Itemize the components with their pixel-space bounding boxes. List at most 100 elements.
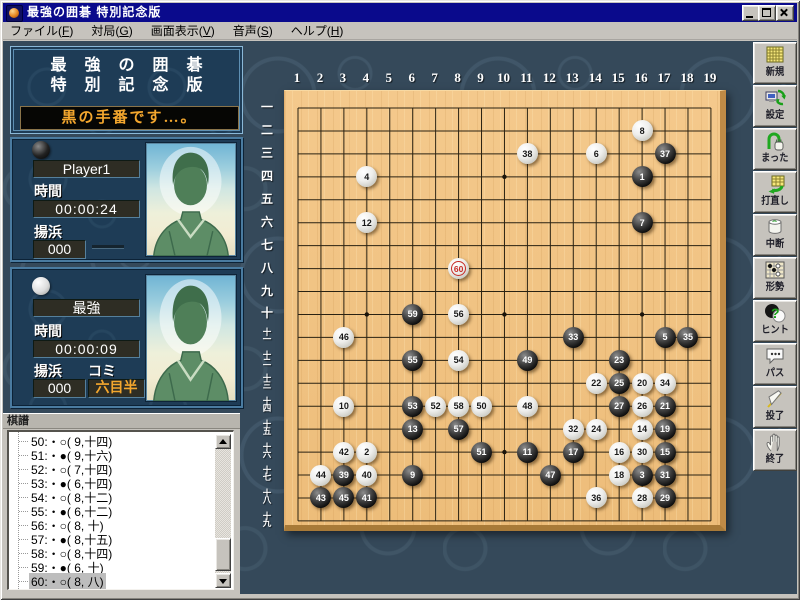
stone-49: 49 bbox=[517, 350, 538, 371]
tool-label: 形勢 bbox=[766, 281, 784, 295]
menu-bar: ファイル(F) 対局(G) 画面表示(V) 音声(S) ヘルプ(H) bbox=[3, 22, 797, 40]
row-label: 十二 bbox=[254, 350, 280, 368]
player-black-name: Player1 bbox=[33, 160, 140, 178]
stone-21: 21 bbox=[655, 396, 676, 417]
move-list: 50:・○( 9,十四)51:・●( 9,十六)52:・○( 7,十四)53:・… bbox=[7, 430, 234, 590]
stone-54: 54 bbox=[448, 350, 469, 371]
stone-59: 59 bbox=[402, 304, 423, 325]
row-label: 七 bbox=[254, 236, 280, 254]
scrollbar bbox=[215, 434, 231, 588]
hand-stop-icon bbox=[764, 432, 786, 453]
stone-5: 5 bbox=[655, 327, 676, 348]
turn-status: 黒の手番です…。 bbox=[20, 106, 239, 130]
player-black-panel: Player1 時間 00:00:24 揚浜 000 bbox=[10, 137, 243, 262]
stone-57: 57 bbox=[448, 419, 469, 440]
move-list-item[interactable]: 60:・○( 8, 八) bbox=[9, 574, 233, 588]
app-icon[interactable] bbox=[6, 5, 23, 22]
row-label: 十九 bbox=[254, 511, 280, 529]
col-label: 19 bbox=[700, 70, 720, 86]
col-label: 11 bbox=[516, 70, 536, 86]
col-label: 17 bbox=[654, 70, 674, 86]
stone-44: 44 bbox=[310, 465, 331, 486]
banner-panel: 最強の囲碁 特別記念版 黒の手番です…。 bbox=[10, 46, 243, 134]
new-game-button[interactable]: 新規 bbox=[753, 42, 797, 84]
record-panel: 棋譜 50:・○( 9,十四)51:・●( 9,十六)52:・○( 7,十四)5… bbox=[3, 413, 240, 594]
tree-connector bbox=[19, 553, 28, 554]
stone-50: 50 bbox=[471, 396, 492, 417]
banner-frame: 最強の囲碁 特別記念版 黒の手番です…。 bbox=[13, 49, 240, 131]
komi-label: コミ bbox=[88, 361, 116, 381]
quit-button[interactable]: 終了 bbox=[753, 429, 797, 471]
pass-button[interactable]: パス bbox=[753, 343, 797, 385]
tool-label: 終了 bbox=[766, 453, 784, 467]
stone-33: 33 bbox=[563, 327, 584, 348]
col-label: 12 bbox=[539, 70, 559, 86]
tree-connector bbox=[19, 483, 28, 484]
tree-connector bbox=[19, 455, 28, 456]
replay-button[interactable]: 打直し bbox=[753, 171, 797, 213]
stone-10: 10 bbox=[333, 396, 354, 417]
teacup-icon bbox=[764, 217, 786, 238]
scroll-up-button[interactable] bbox=[215, 434, 231, 449]
col-label: 4 bbox=[356, 70, 376, 86]
scroll-thumb[interactable] bbox=[215, 538, 231, 571]
col-label: 2 bbox=[310, 70, 330, 86]
white-stone-icon bbox=[32, 277, 50, 295]
stone-1: 1 bbox=[632, 166, 653, 187]
stone-32: 32 bbox=[563, 419, 584, 440]
stone-27: 27 bbox=[609, 396, 630, 417]
banner-title-line2: 特別記念版 bbox=[14, 77, 239, 95]
stone-29: 29 bbox=[655, 487, 676, 508]
tree-connector bbox=[19, 469, 28, 470]
close-button[interactable] bbox=[776, 5, 794, 21]
menu-item-3[interactable]: 画面表示(V) bbox=[151, 22, 215, 39]
col-label: 9 bbox=[471, 70, 491, 86]
new-board-icon bbox=[764, 45, 786, 66]
menu-item-1[interactable]: ファイル(F) bbox=[10, 22, 73, 39]
board-row-labels: 一二三四五六七八九十十一十二十三十四十五十六十七十八十九 bbox=[254, 90, 280, 524]
col-label: 1 bbox=[287, 70, 307, 86]
row-label: 五 bbox=[254, 190, 280, 208]
stone-39: 39 bbox=[333, 465, 354, 486]
tool-label: 設定 bbox=[766, 109, 784, 123]
col-label: 10 bbox=[493, 70, 513, 86]
stone-19: 19 bbox=[655, 419, 676, 440]
undo-button[interactable]: まった bbox=[753, 128, 797, 170]
player-white-avatar bbox=[145, 274, 237, 402]
stone-30: 30 bbox=[632, 442, 653, 463]
row-label: 四 bbox=[254, 167, 280, 185]
toolbar: 新規設定まった打直し中断形勢?ヒントパス投了終了 bbox=[753, 42, 797, 471]
evaluation-button[interactable]: 形勢 bbox=[753, 257, 797, 299]
col-label: 7 bbox=[425, 70, 445, 86]
tree-connector bbox=[19, 525, 28, 526]
redo-board-icon bbox=[764, 174, 786, 195]
hint-button[interactable]: ?ヒント bbox=[753, 300, 797, 342]
row-label: 十三 bbox=[254, 373, 280, 391]
tree-connector bbox=[19, 511, 28, 512]
row-label: 一 bbox=[254, 98, 280, 116]
row-label: 九 bbox=[254, 282, 280, 300]
white-flag-icon bbox=[764, 389, 786, 410]
col-label: 18 bbox=[677, 70, 697, 86]
stone-17: 17 bbox=[563, 442, 584, 463]
resign-button[interactable]: 投了 bbox=[753, 386, 797, 428]
stone-8: 8 bbox=[632, 120, 653, 141]
stone-18: 18 bbox=[609, 465, 630, 486]
go-board[interactable]: 1234567891011121314151617181920212223242… bbox=[284, 90, 726, 531]
menu-item-4[interactable]: 音声(S) bbox=[233, 22, 273, 39]
stone-34: 34 bbox=[655, 373, 676, 394]
captures-label: 揚浜 bbox=[34, 222, 62, 242]
menu-item-2[interactable]: 対局(G) bbox=[91, 22, 132, 39]
maximize-button[interactable] bbox=[758, 5, 776, 21]
stone-51: 51 bbox=[471, 442, 492, 463]
stone-11: 11 bbox=[517, 442, 538, 463]
settings-button[interactable]: 設定 bbox=[753, 85, 797, 127]
tree-connector bbox=[19, 441, 28, 442]
tool-label: ヒント bbox=[761, 324, 789, 338]
scroll-down-button[interactable] bbox=[215, 573, 231, 588]
suspend-button[interactable]: 中断 bbox=[753, 214, 797, 256]
stones-question-icon: ? bbox=[764, 303, 786, 324]
menu-item-5[interactable]: ヘルプ(H) bbox=[291, 22, 344, 39]
tree-connector bbox=[19, 497, 28, 498]
player-black-captures: 000 bbox=[33, 240, 86, 259]
